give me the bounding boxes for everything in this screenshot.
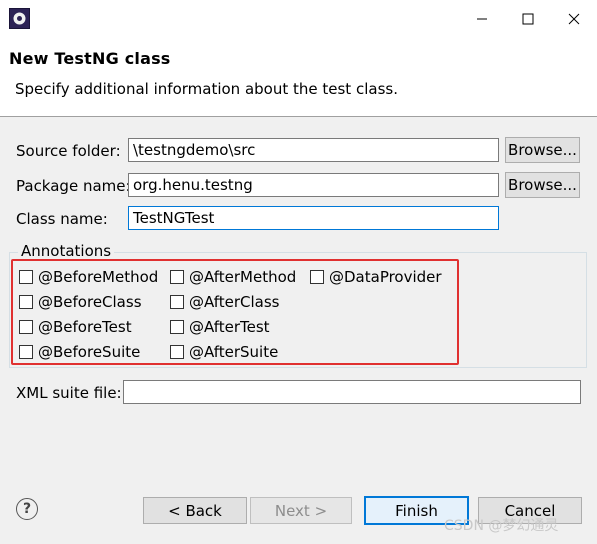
- checkbox-box[interactable]: [19, 295, 33, 309]
- checkbox-label: @BeforeTest: [38, 318, 132, 336]
- close-icon: [568, 13, 580, 25]
- maximize-icon: [522, 13, 534, 25]
- next-button: Next >: [250, 497, 352, 524]
- checkbox-before-class[interactable]: @BeforeClass: [19, 293, 142, 311]
- minimize-icon: [477, 18, 487, 20]
- checkbox-before-suite[interactable]: @BeforeSuite: [19, 343, 140, 361]
- checkbox-box[interactable]: [19, 320, 33, 334]
- checkbox-before-method[interactable]: @BeforeMethod: [19, 268, 158, 286]
- csdn-watermark: CSDN @梦幻通灵: [444, 518, 559, 534]
- dialog-description: Specify additional information about the…: [15, 80, 398, 98]
- checkbox-box[interactable]: [19, 345, 33, 359]
- checkbox-after-method[interactable]: @AfterMethod: [170, 268, 296, 286]
- class-name-label: Class name:: [16, 210, 108, 228]
- back-button[interactable]: < Back: [143, 497, 247, 524]
- source-folder-label: Source folder:: [16, 142, 121, 160]
- minimize-button[interactable]: [459, 0, 505, 38]
- checkbox-after-suite[interactable]: @AfterSuite: [170, 343, 278, 361]
- window-titlebar: [0, 0, 597, 38]
- source-folder-field[interactable]: \testngdemo\src: [128, 138, 499, 162]
- browse-source-folder-button[interactable]: Browse...: [505, 137, 580, 163]
- maximize-button[interactable]: [505, 0, 551, 38]
- checkbox-box[interactable]: [310, 270, 324, 284]
- checkbox-label: @AfterSuite: [189, 343, 279, 361]
- checkbox-label: @AfterClass: [189, 293, 280, 311]
- dialog-header: New TestNG class Specify additional info…: [0, 38, 597, 117]
- checkbox-box[interactable]: [170, 270, 184, 284]
- checkbox-label: @DataProvider: [329, 268, 442, 286]
- package-name-field[interactable]: org.henu.testng: [128, 173, 499, 197]
- checkbox-after-test[interactable]: @AfterTest: [170, 318, 270, 336]
- checkbox-after-class[interactable]: @AfterClass: [170, 293, 279, 311]
- package-name-label: Package name:: [16, 177, 131, 195]
- checkbox-box[interactable]: [170, 345, 184, 359]
- checkbox-box[interactable]: [170, 320, 184, 334]
- checkbox-label: @BeforeMethod: [38, 268, 159, 286]
- checkbox-label: @AfterMethod: [189, 268, 297, 286]
- checkbox-label: @AfterTest: [189, 318, 270, 336]
- class-name-field[interactable]: TestNGTest: [128, 206, 499, 230]
- eclipse-app-icon: [9, 8, 30, 29]
- xml-suite-file-label: XML suite file:: [16, 384, 122, 402]
- annotations-group-label: Annotations: [18, 242, 115, 260]
- dialog-title: New TestNG class: [9, 49, 171, 68]
- checkbox-box[interactable]: [170, 295, 184, 309]
- browse-package-button[interactable]: Browse...: [505, 172, 580, 198]
- close-button[interactable]: [551, 0, 597, 38]
- checkbox-label: @BeforeClass: [38, 293, 142, 311]
- help-icon[interactable]: ?: [16, 498, 38, 520]
- checkbox-box[interactable]: [19, 270, 33, 284]
- checkbox-before-test[interactable]: @BeforeTest: [19, 318, 132, 336]
- xml-suite-file-field[interactable]: [123, 380, 581, 404]
- checkbox-label: @BeforeSuite: [38, 343, 141, 361]
- checkbox-data-provider[interactable]: @DataProvider: [310, 268, 442, 286]
